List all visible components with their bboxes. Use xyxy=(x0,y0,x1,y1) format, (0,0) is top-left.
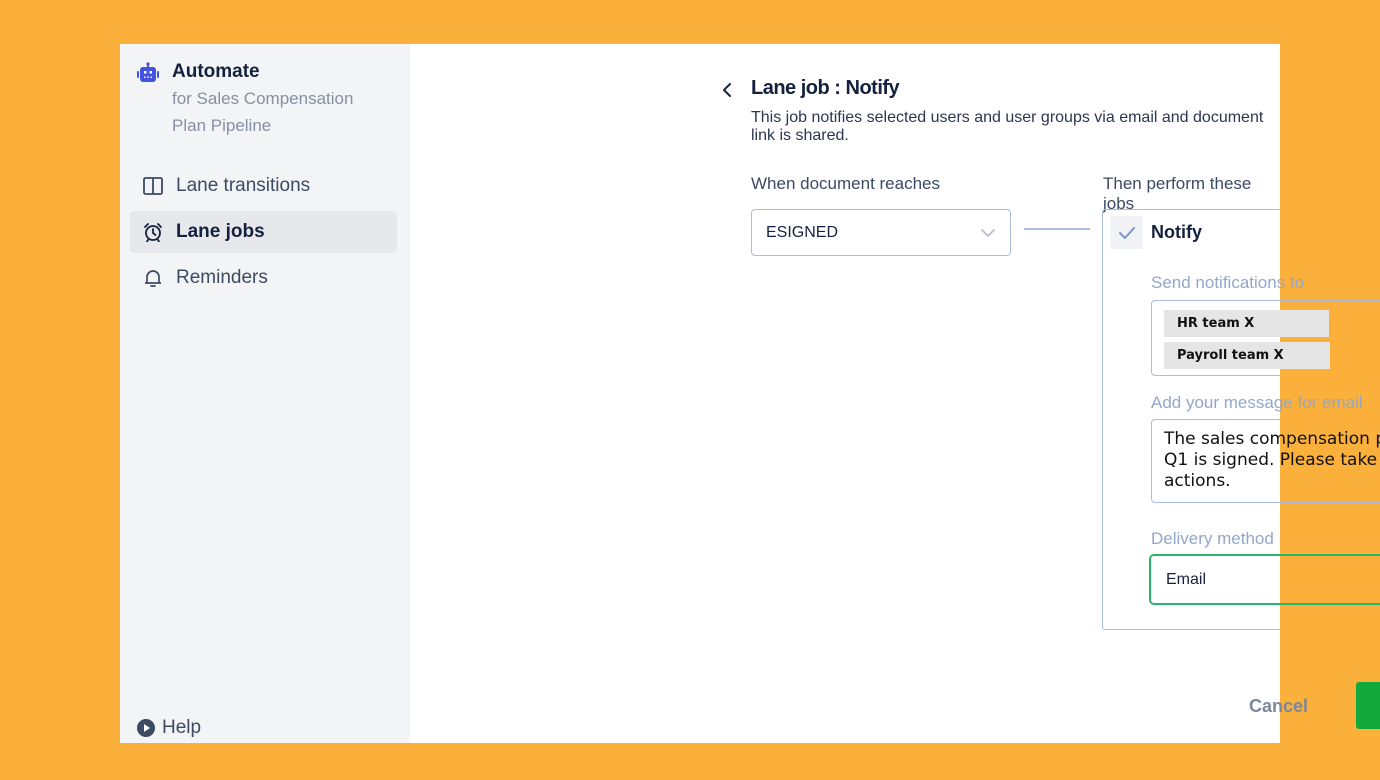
recipient-chip-label: Payroll team X xyxy=(1177,348,1284,363)
main-panel: Lane job : Notify This job notifies sele… xyxy=(410,44,1380,743)
message-label: Add your message for email xyxy=(1151,393,1363,412)
page-description: This job notifies selected users and use… xyxy=(751,109,1264,144)
trigger-label: When document reaches xyxy=(751,174,940,193)
sidebar-item-reminders[interactable]: Reminders xyxy=(130,257,397,299)
cancel-button[interactable]: Cancel xyxy=(1249,696,1308,717)
message-text: The sales compensation plan for Q1 is si… xyxy=(1164,429,1380,491)
trigger-lane-value: ESIGNED xyxy=(766,223,839,241)
alarm-clock-icon xyxy=(142,221,164,243)
recipients-label: Send notifications to xyxy=(1151,273,1305,292)
columns-icon xyxy=(142,175,164,197)
sidebar-item-lane-jobs[interactable]: Lane jobs xyxy=(130,211,397,253)
bell-icon xyxy=(142,267,164,289)
brand: Automate for Sales Compensation Plan Pip… xyxy=(136,61,392,139)
recipient-chip[interactable]: HR team X xyxy=(1164,310,1329,337)
sidebar: Automate for Sales Compensation Plan Pip… xyxy=(120,44,410,743)
trigger-lane-select[interactable]: ESIGNED xyxy=(751,209,1011,256)
play-circle-icon xyxy=(137,719,155,737)
job-name: Notify xyxy=(1151,222,1202,242)
save-new-job-button[interactable]: Save new job xyxy=(1356,682,1380,729)
brand-title: Automate xyxy=(172,61,260,82)
help-link[interactable]: Help xyxy=(136,717,201,739)
job-card-notify: Notify Send notifications to HR team X P… xyxy=(1102,209,1380,630)
message-textarea[interactable]: The sales compensation plan for Q1 is si… xyxy=(1151,419,1380,503)
recipient-chip-label: HR team X xyxy=(1177,316,1255,331)
sidebar-item-lane-transitions[interactable]: Lane transitions xyxy=(130,165,397,207)
connector-line xyxy=(1024,228,1090,230)
chevron-down-icon xyxy=(981,228,995,237)
page-title: Lane job : Notify xyxy=(751,77,900,99)
job-checkbox[interactable] xyxy=(1110,216,1143,249)
delivery-method-select[interactable]: Email xyxy=(1149,554,1380,605)
sidebar-item-label: Lane jobs xyxy=(176,221,265,242)
brand-subtitle: for Sales Compensation Plan Pipeline xyxy=(172,89,354,135)
delivery-label: Delivery method xyxy=(1151,529,1274,548)
delivery-method-value: Email xyxy=(1166,570,1207,588)
help-label: Help xyxy=(162,717,202,738)
recipients-multiselect[interactable]: HR team X Payroll team X xyxy=(1151,300,1380,376)
robot-icon xyxy=(137,62,159,82)
sidebar-item-label: Reminders xyxy=(176,267,268,288)
sidebar-item-label: Lane transitions xyxy=(176,175,311,196)
job-header: Notify xyxy=(1110,216,1202,249)
jobs-label: Then perform these jobs xyxy=(1103,174,1252,213)
app-window: Automate for Sales Compensation Plan Pip… xyxy=(120,44,1380,743)
check-icon xyxy=(1118,226,1135,239)
recipient-chip[interactable]: Payroll team X xyxy=(1164,342,1330,369)
back-chevron-icon[interactable] xyxy=(718,80,738,100)
sidebar-nav: Lane transitions Lane jobs Reminders xyxy=(130,165,397,303)
